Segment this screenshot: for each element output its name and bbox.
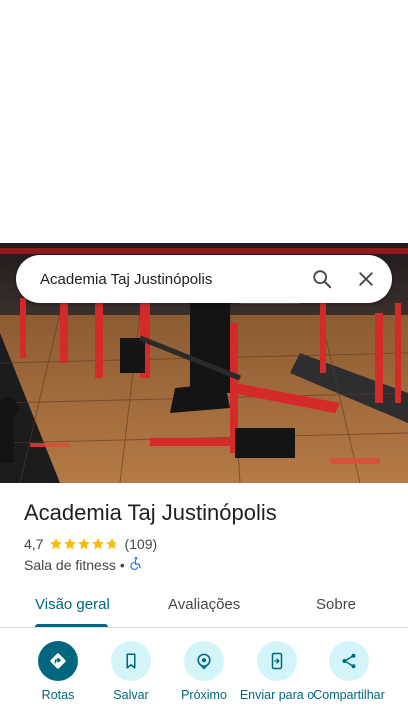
share-icon — [329, 641, 369, 681]
rating-value: 4,7 — [24, 536, 44, 552]
bookmark-icon — [111, 641, 151, 681]
send-to-phone-button[interactable]: Enviar para o — [237, 641, 317, 702]
directions-label: Rotas — [41, 688, 75, 702]
directions-icon — [38, 641, 78, 681]
review-count[interactable]: (109) — [124, 536, 157, 552]
rating-row[interactable]: 4,7 (109) — [24, 536, 157, 552]
nearby-button[interactable]: Próximo — [164, 641, 244, 702]
tab-overview[interactable]: Visão geral — [35, 596, 110, 613]
star-icon — [50, 538, 63, 550]
save-button[interactable]: Salvar — [91, 641, 171, 702]
share-button[interactable]: Compartilhar — [309, 641, 389, 702]
nearby-icon — [184, 641, 224, 681]
send-to-phone-icon — [257, 641, 297, 681]
place-category: Sala de fitness — [24, 556, 116, 573]
star-icon — [92, 538, 105, 550]
star-icon — [106, 538, 119, 550]
close-icon[interactable] — [346, 259, 386, 299]
category-row: Sala de fitness • — [24, 556, 143, 573]
rating-stars — [49, 537, 119, 551]
send-to-phone-label: Enviar para o — [239, 688, 315, 702]
active-tab-indicator — [35, 624, 108, 627]
separator: • — [119, 556, 125, 573]
save-label: Salvar — [113, 688, 149, 702]
star-icon — [78, 538, 91, 550]
directions-button[interactable]: Rotas — [18, 641, 98, 702]
nearby-label: Próximo — [181, 688, 227, 702]
tab-bar: Visão geral Avaliações Sobre — [0, 584, 408, 628]
wheelchair-icon — [129, 556, 143, 573]
search-icon[interactable] — [302, 259, 342, 299]
place-title: Academia Taj Justinópolis — [24, 500, 277, 525]
search-bar[interactable]: Academia Taj Justinópolis — [16, 255, 392, 303]
tab-about[interactable]: Sobre — [316, 596, 356, 613]
star-icon — [64, 538, 77, 550]
tab-reviews[interactable]: Avaliações — [168, 596, 240, 613]
search-input[interactable]: Academia Taj Justinópolis — [40, 271, 302, 288]
share-label: Compartilhar — [313, 688, 385, 702]
